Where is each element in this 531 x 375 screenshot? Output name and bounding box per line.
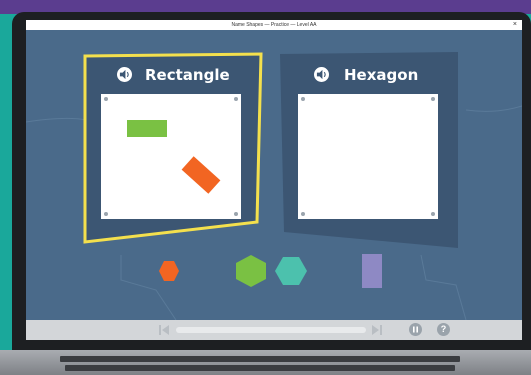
speaker-icon [119, 69, 129, 80]
corner-dot [104, 212, 108, 216]
corner-dot [301, 212, 305, 216]
rectangle-card-label: Rectangle [145, 66, 230, 84]
skip-back-icon[interactable] [158, 324, 170, 336]
corner-dot [431, 97, 435, 101]
tray-purple-rectangle[interactable] [362, 254, 382, 288]
keyboard-row [65, 365, 455, 371]
title-bar: Name Shapes — Practice — Level AA × [26, 20, 522, 30]
placed-green-rectangle[interactable] [127, 120, 167, 137]
corner-dot [234, 212, 238, 216]
pause-button[interactable] [409, 323, 422, 336]
pause-icon [413, 326, 418, 333]
tray-orange-hexagon[interactable] [158, 260, 180, 282]
corner-dot [234, 97, 238, 101]
rectangle-card: Rectangle [81, 52, 265, 244]
game-stage: Rectangle Hexagon [26, 30, 522, 320]
hexagon-drop-zone[interactable] [298, 94, 438, 219]
help-button[interactable]: ? [437, 323, 450, 336]
corner-dot [431, 212, 435, 216]
corner-dot [104, 97, 108, 101]
hexagon-speaker-button[interactable] [314, 67, 329, 82]
placed-orange-rectangle[interactable] [181, 156, 221, 194]
keyboard-row [60, 356, 460, 362]
playback-controls: ? [26, 320, 522, 340]
speaker-icon [316, 69, 326, 80]
app-screen: Name Shapes — Practice — Level AA × Rect… [26, 20, 522, 340]
window-title: Name Shapes — Practice — Level AA [231, 22, 317, 28]
hexagon-card-label: Hexagon [344, 66, 419, 84]
rectangle-drop-zone[interactable] [101, 94, 241, 219]
rectangle-speaker-button[interactable] [117, 67, 132, 82]
laptop-base [0, 350, 531, 375]
skip-forward-icon[interactable] [371, 324, 383, 336]
tray-teal-hexagon[interactable] [274, 256, 308, 286]
corner-dot [301, 97, 305, 101]
tray-green-hexagon[interactable] [235, 254, 267, 288]
progress-track[interactable] [176, 327, 366, 333]
hexagon-card: Hexagon [278, 52, 460, 248]
close-button[interactable]: × [513, 20, 517, 30]
